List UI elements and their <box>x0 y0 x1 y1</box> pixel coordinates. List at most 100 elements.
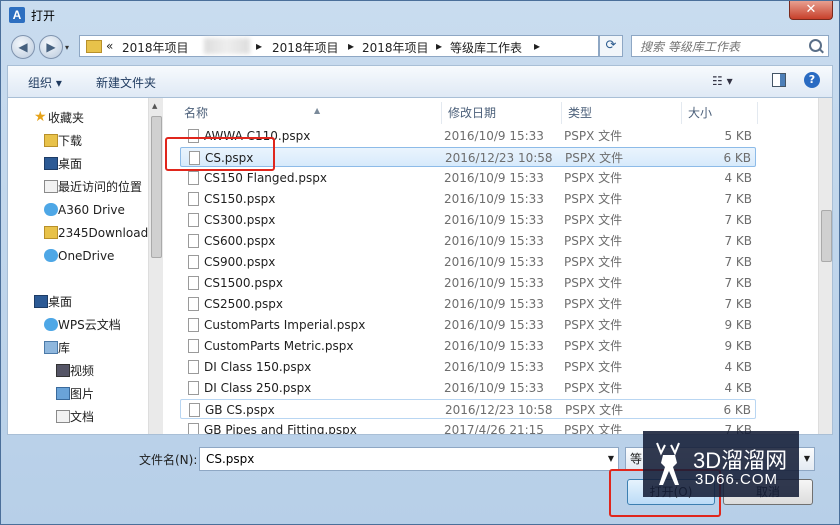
nav-desktop-root[interactable]: 桌面 <box>34 292 72 312</box>
command-bar: 组织 ▾ 新建文件夹 ☷ ▾ ? <box>7 65 833 97</box>
cloud-icon <box>44 318 58 331</box>
file-list-scrollbar[interactable] <box>818 98 832 434</box>
breadcrumb-item[interactable]: 2018年项目 <box>272 39 339 56</box>
nav-recent-places[interactable]: 最近访问的位置 <box>44 177 142 197</box>
watermark: 3D溜溜网 3D66.COM <box>643 431 799 497</box>
search-icon[interactable] <box>809 39 822 52</box>
folder-icon <box>86 40 102 53</box>
file-icon <box>188 276 199 290</box>
file-row[interactable]: CS300.pspx 2016/10/9 15:33 PSPX 文件 7 KB <box>180 210 756 230</box>
forward-button[interactable]: ▶ <box>39 35 63 59</box>
breadcrumb-separator[interactable]: ▸ <box>436 39 442 53</box>
file-row[interactable]: DI Class 250.pspx 2016/10/9 15:33 PSPX 文件 4… <box>180 378 756 398</box>
file-icon <box>188 318 199 332</box>
filename-input[interactable] <box>204 451 588 467</box>
title-bar: A 打开 ✕ <box>1 1 839 31</box>
video-icon <box>56 364 70 377</box>
history-dropdown-icon[interactable]: ▾ <box>65 43 69 52</box>
desktop-icon <box>34 295 48 308</box>
file-icon <box>188 360 199 374</box>
file-row-focused[interactable]: GB CS.pspx 2016/12/23 10:58 PSPX 文件 6 KB <box>180 399 756 419</box>
redacted-crumb <box>204 38 250 54</box>
file-icon <box>188 234 199 248</box>
scroll-up-icon[interactable]: ▲ <box>152 102 157 110</box>
address-bar[interactable]: « 2018年项目 ▸ 2018年项目 ▸ 2018年项目 ▸ 等级库工作表 ▸ <box>79 35 599 57</box>
breadcrumb-separator[interactable]: ▸ <box>256 39 262 53</box>
search-box[interactable] <box>631 35 829 57</box>
new-folder-button[interactable]: 新建文件夹 <box>96 74 156 91</box>
breadcrumb-item-current[interactable]: 等级库工作表 <box>450 39 522 56</box>
column-header-name[interactable]: ▲ 名称 <box>178 102 442 124</box>
file-row[interactable]: CS900.pspx 2016/10/9 15:33 PSPX 文件 7 KB <box>180 252 756 272</box>
back-button[interactable]: ◀ <box>11 35 35 59</box>
breadcrumb-overflow[interactable]: « <box>106 39 113 53</box>
sort-ascending-icon: ▲ <box>314 106 321 115</box>
highlight-annotation <box>165 137 275 171</box>
dialog-body: ★ 收藏夹 下载 桌面 最近访问的位置 A360 Drive 2345Downlo… <box>7 97 833 435</box>
file-icon <box>188 171 199 185</box>
filename-field[interactable]: ▼ <box>199 447 619 471</box>
file-icon <box>189 403 200 417</box>
file-row[interactable]: CS2500.pspx 2016/10/9 15:33 PSPX 文件 7 KB <box>180 294 756 314</box>
file-icon <box>188 381 199 395</box>
cloud-icon <box>44 203 58 216</box>
file-icon <box>188 213 199 227</box>
nav-a360-drive[interactable]: A360 Drive <box>44 200 125 220</box>
folder-icon <box>44 134 58 147</box>
column-header-size[interactable]: 大小 <box>682 102 758 124</box>
close-button[interactable]: ✕ <box>789 1 833 20</box>
file-icon <box>188 297 199 311</box>
file-row[interactable]: CS600.pspx 2016/10/9 15:33 PSPX 文件 7 KB <box>180 231 756 251</box>
star-icon: ★ <box>34 109 47 125</box>
nav-scrollbar[interactable]: ▲ <box>148 98 163 434</box>
nav-wps-cloud[interactable]: WPS云文档 <box>44 315 121 335</box>
open-file-dialog: A 打开 ✕ ◀ ▶ ▾ « 2018年项目 ▸ 2018年项目 ▸ 2018年… <box>0 0 840 525</box>
nav-desktop[interactable]: 桌面 <box>44 154 82 174</box>
address-row: ◀ ▶ ▾ « 2018年项目 ▸ 2018年项目 ▸ 2018年项目 ▸ 等级… <box>1 31 839 63</box>
file-icon <box>188 192 199 206</box>
chevron-down-icon[interactable]: ▼ <box>608 454 614 463</box>
nav-documents[interactable]: 文档 <box>56 407 94 427</box>
help-icon[interactable]: ? <box>804 72 820 88</box>
watermark-url: 3D66.COM <box>695 471 779 488</box>
nav-pictures[interactable]: 图片 <box>56 384 94 404</box>
file-row[interactable]: CS150 Flanged.pspx 2016/10/9 15:33 PSPX 文件… <box>180 168 756 188</box>
nav-videos[interactable]: 视频 <box>56 361 94 381</box>
breadcrumb-separator[interactable]: ▸ <box>348 39 354 53</box>
nav-2345downloads[interactable]: 2345Downloads <box>44 223 154 243</box>
chevron-down-icon[interactable]: ▼ <box>804 448 810 470</box>
organize-button[interactable]: 组织 ▾ <box>28 74 62 91</box>
desktop-icon <box>44 157 58 170</box>
file-row[interactable]: CS150.pspx 2016/10/9 15:33 PSPX 文件 7 KB <box>180 189 756 209</box>
nav-downloads[interactable]: 下载 <box>44 131 82 151</box>
file-icon <box>188 423 199 434</box>
file-row[interactable]: CustomParts Imperial.pspx 2016/10/9 15:33… <box>180 315 756 335</box>
file-row[interactable]: CS1500.pspx 2016/10/9 15:33 PSPX 文件 7 KB <box>180 273 756 293</box>
document-icon <box>56 410 70 423</box>
deer-logo-icon <box>656 442 680 485</box>
window-title: 打开 <box>31 9 56 23</box>
breadcrumb-item[interactable]: 2018年项目 <box>362 39 429 56</box>
nav-favorites[interactable]: ★ 收藏夹 <box>34 108 84 128</box>
folder-icon <box>44 226 58 239</box>
breadcrumb-separator[interactable]: ▸ <box>534 39 540 53</box>
nav-libraries[interactable]: 库 <box>44 338 70 358</box>
nav-onedrive[interactable]: OneDrive <box>44 246 114 266</box>
navigation-pane: ★ 收藏夹 下载 桌面 最近访问的位置 A360 Drive 2345Downlo… <box>8 98 164 434</box>
app-icon: A <box>9 7 25 23</box>
file-icon <box>188 255 199 269</box>
refresh-button[interactable]: ⟳ <box>599 35 623 57</box>
breadcrumb-item[interactable]: 2018年项目 <box>122 39 189 56</box>
cloud-icon <box>44 249 58 262</box>
column-header-type[interactable]: 类型 <box>562 102 682 124</box>
picture-icon <box>56 387 70 400</box>
column-header-date[interactable]: 修改日期 <box>442 102 562 124</box>
search-input[interactable] <box>638 37 812 57</box>
preview-pane-icon[interactable] <box>772 73 786 87</box>
file-row[interactable]: DI Class 150.pspx 2016/10/9 15:33 PSPX 文件 4… <box>180 357 756 377</box>
file-row[interactable]: CustomParts Metric.pspx 2016/10/9 15:33 PS… <box>180 336 756 356</box>
nav-scroll-thumb[interactable] <box>151 116 162 258</box>
library-icon <box>44 341 58 354</box>
view-options-icon[interactable]: ☷ ▾ <box>712 74 733 88</box>
file-list-scroll-thumb[interactable] <box>821 210 832 262</box>
